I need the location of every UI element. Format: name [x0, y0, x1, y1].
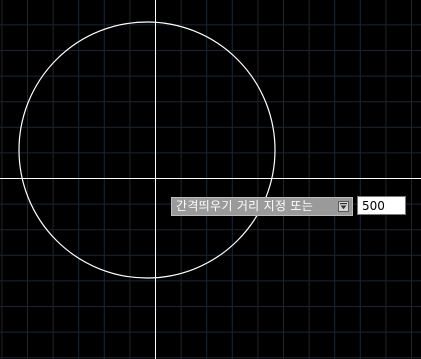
distance-input-field[interactable]	[357, 196, 406, 215]
dynamic-input-prompt-text: 간격띄우기 거리 지정 또는	[176, 199, 314, 213]
drawing-canvas[interactable]	[0, 0, 421, 359]
dynamic-input-prompt: 간격띄우기 거리 지정 또는	[171, 197, 353, 216]
down-arrow-options-icon[interactable]	[338, 201, 349, 212]
